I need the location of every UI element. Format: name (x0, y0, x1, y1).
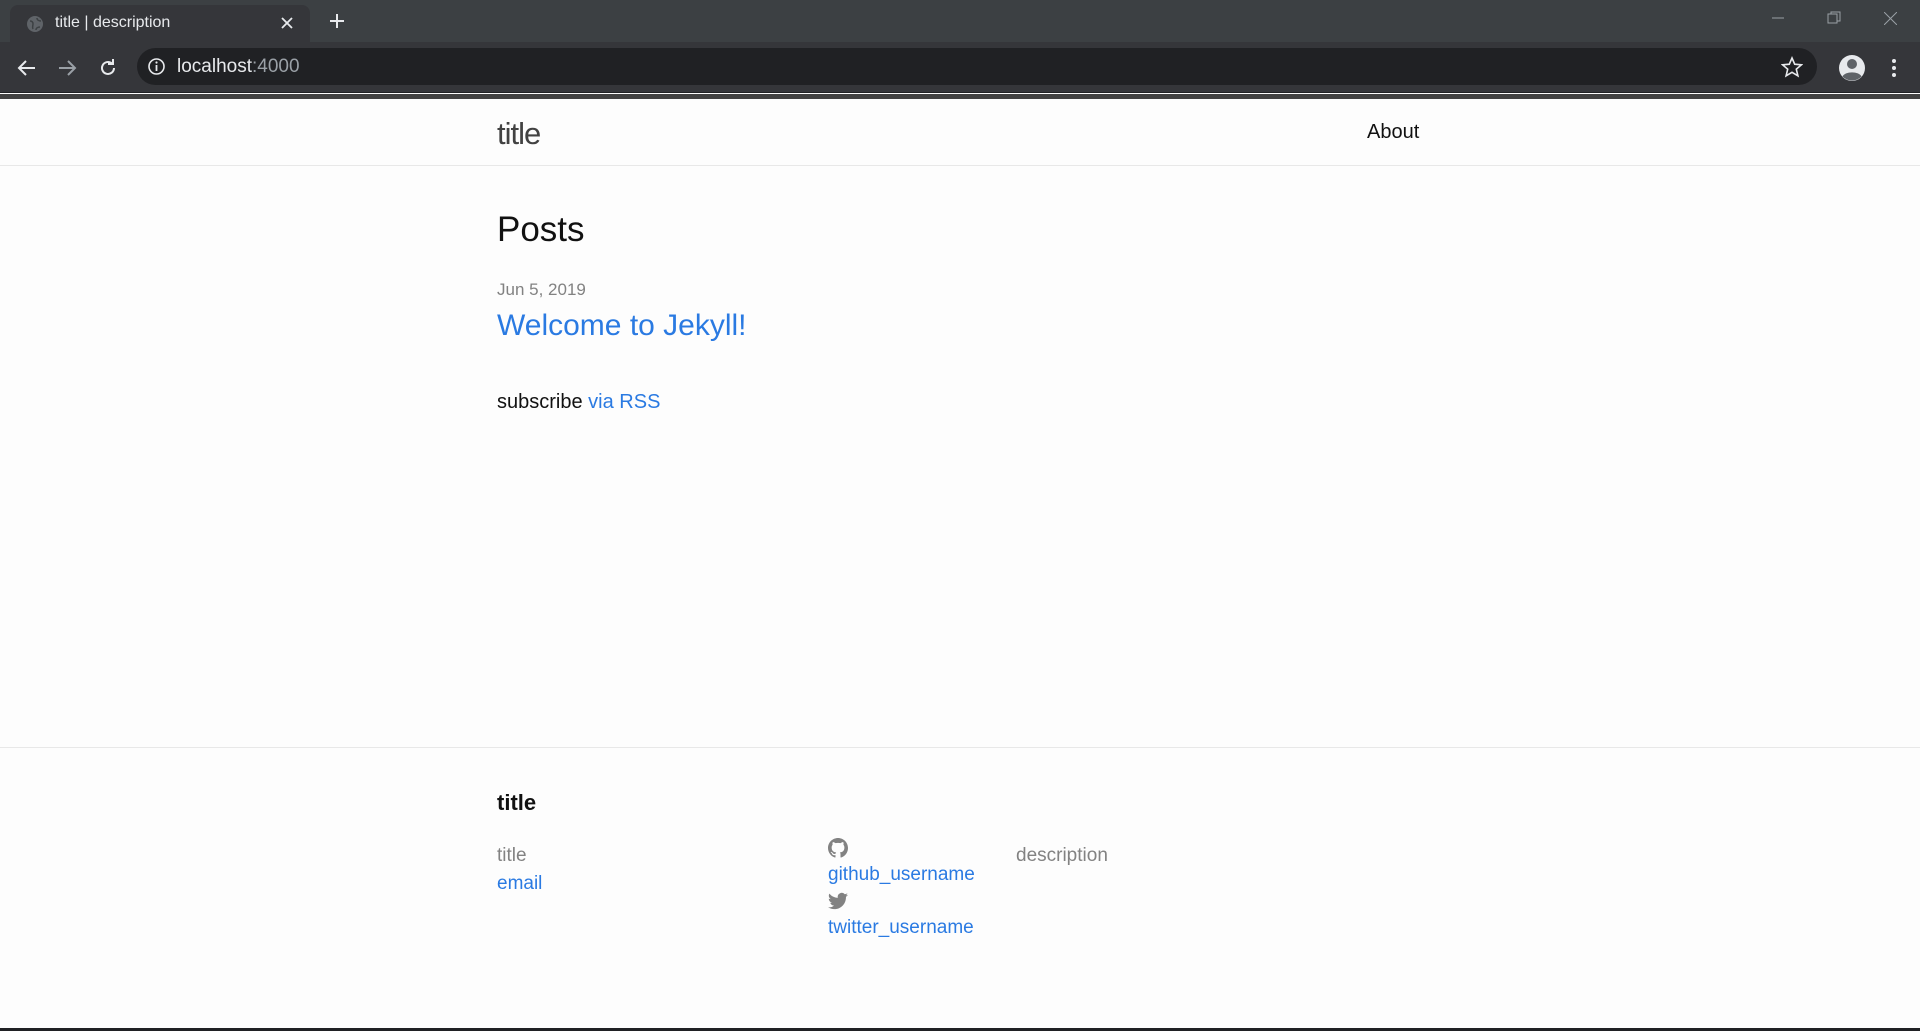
restore-icon[interactable] (1806, 0, 1862, 36)
site-header: title About (0, 94, 1920, 166)
address-bar[interactable]: localhost:4000 (137, 48, 1817, 85)
globe-icon (27, 16, 43, 32)
footer-heading: title (497, 790, 537, 815)
info-icon[interactable] (147, 57, 166, 76)
rss-prefix: subscribe (497, 391, 583, 413)
rss-subscribe: subscribe via RSS (497, 391, 660, 414)
browser-toolbar: localhost:4000 (0, 42, 1920, 93)
url-text[interactable]: localhost:4000 (177, 56, 300, 78)
minimize-icon[interactable] (1750, 0, 1806, 36)
profile-avatar-icon[interactable] (1837, 53, 1867, 83)
new-tab-icon[interactable] (326, 10, 348, 32)
kebab-menu-icon[interactable] (1880, 54, 1908, 82)
site-title-link[interactable]: title (497, 116, 541, 152)
forward-arrow-icon[interactable] (53, 54, 81, 82)
site-footer: title title email github_username twitte… (0, 747, 1920, 1031)
rss-link[interactable]: via RSS (588, 391, 660, 413)
footer-social: github_username twitter_username (828, 838, 975, 944)
post-title-link[interactable]: Welcome to Jekyll! (497, 309, 747, 343)
footer-description: description (1016, 845, 1108, 866)
window-close-icon[interactable] (1862, 0, 1918, 36)
browser-tab[interactable]: title | description (10, 5, 310, 42)
url-port: :4000 (252, 56, 300, 77)
close-tab-icon[interactable] (278, 14, 296, 32)
back-arrow-icon[interactable] (13, 54, 41, 82)
twitter-icon[interactable] (828, 891, 848, 911)
twitter-username-link[interactable]: twitter_username (828, 914, 975, 942)
footer-contact: title email (497, 842, 542, 898)
twitter-social-item: twitter_username (828, 891, 975, 942)
footer-name: title (497, 845, 527, 866)
github-icon[interactable] (828, 838, 848, 858)
post-date: Jun 5, 2019 (497, 280, 586, 299)
browser-tabstrip: title | description (0, 0, 1920, 42)
footer-email-link[interactable]: email (497, 870, 542, 898)
posts-heading: Posts (497, 210, 585, 249)
tab-title: title | description (55, 14, 171, 31)
reload-icon[interactable] (94, 54, 122, 82)
url-host: localhost (177, 56, 252, 77)
nav-about-link[interactable]: About (1367, 121, 1419, 144)
github-username-link[interactable]: github_username (828, 861, 975, 889)
bookmark-star-icon[interactable] (1781, 56, 1803, 78)
github-social-item: github_username (828, 838, 975, 889)
